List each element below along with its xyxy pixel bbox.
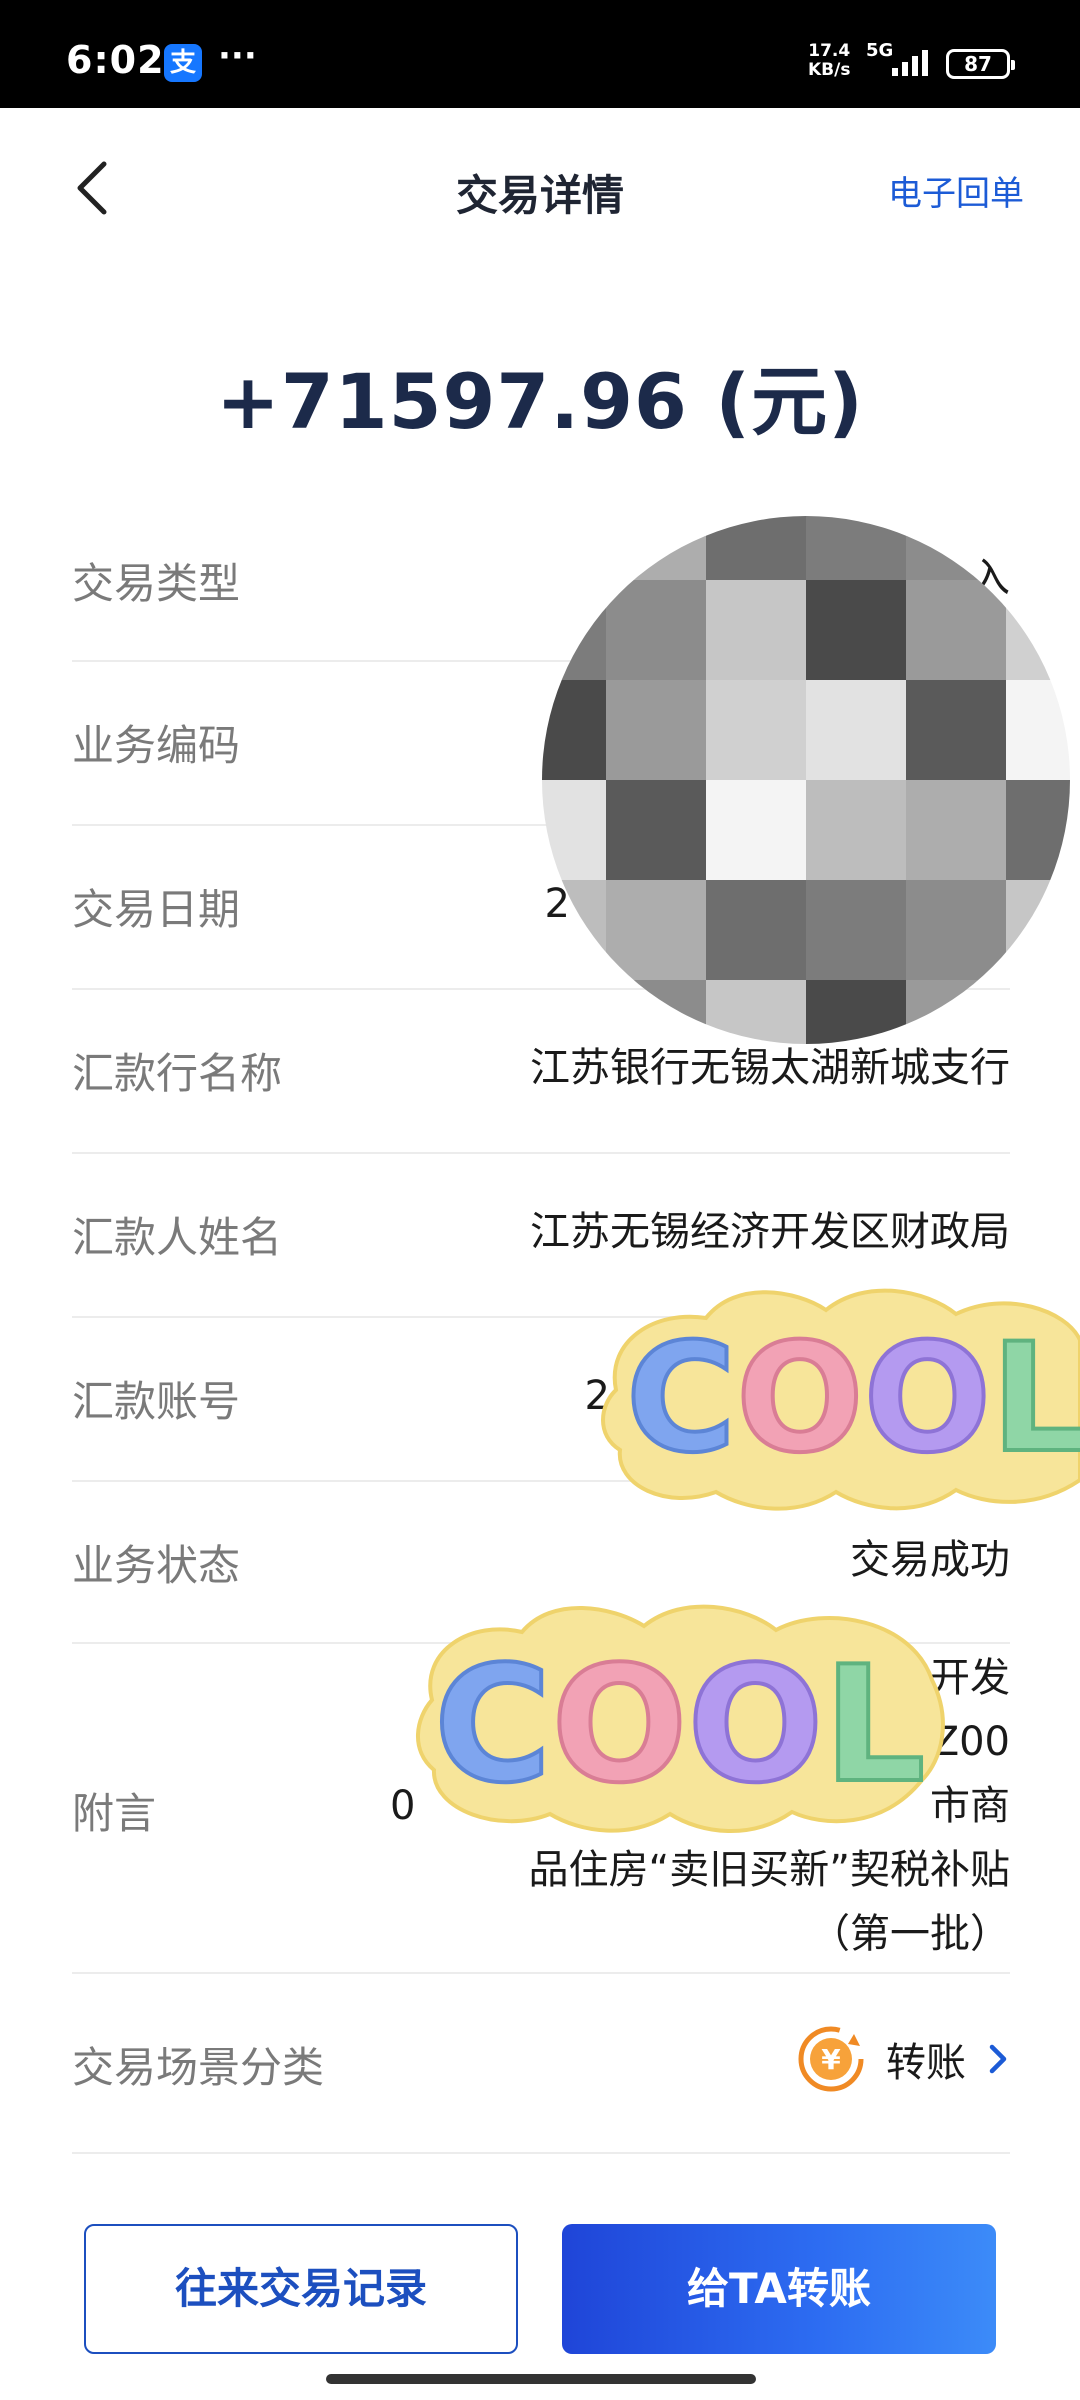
- detail-label: 交易场景分类: [72, 2043, 325, 2092]
- mosaic-tile: [1006, 780, 1070, 880]
- mosaic-tile: [706, 580, 806, 680]
- home-indicator[interactable]: [326, 2374, 756, 2384]
- mosaic-tile: [1006, 880, 1070, 980]
- detail-label: 业务编码: [72, 721, 241, 770]
- mosaic-tile: [906, 880, 1006, 980]
- mosaic-tile: [806, 980, 906, 1044]
- nav-bar: 交易详情 电子回单: [0, 108, 1080, 268]
- mosaic-tile: [806, 516, 906, 580]
- mosaic-tile: [606, 516, 706, 580]
- mosaic-tile: [906, 980, 1006, 1044]
- mosaic-tile: [906, 780, 1006, 880]
- cool-sticker-text: COOL: [626, 1312, 1080, 1486]
- mosaic-tile: [542, 580, 606, 680]
- mosaic-tile: [906, 516, 1006, 580]
- detail-value: 江苏无锡经济开发区财政局: [530, 1209, 1010, 1255]
- cool-sticker: COOL: [601, 1288, 1080, 1511]
- detail-value: 江苏银行无锡太湖新城支行: [530, 1045, 1010, 1091]
- yuan-transfer-icon: ¥: [798, 2026, 864, 2092]
- chevron-right-icon: [989, 2044, 1007, 2074]
- mosaic-tile: [1006, 580, 1070, 680]
- detail-label: 汇款账号: [72, 1377, 241, 1426]
- transaction-history-button[interactable]: 往来交易记录: [84, 2224, 518, 2354]
- mosaic-tile: [1006, 680, 1070, 780]
- mosaic-tile: [606, 580, 706, 680]
- status-time: 6:02: [66, 38, 165, 82]
- network-speed-value: 17.4: [808, 41, 851, 61]
- mosaic-tile: [706, 780, 806, 880]
- scene-transfer-link[interactable]: ¥ 转账: [798, 2024, 1010, 2094]
- mosaic-tile: [806, 680, 906, 780]
- mosaic-tile: [542, 980, 606, 1044]
- cool-sticker: COOL: [416, 1604, 945, 1833]
- e-receipt-link[interactable]: 电子回单: [888, 166, 1024, 215]
- network-speed: 17.4 KB/s: [808, 42, 850, 80]
- mosaic-tile: [906, 680, 1006, 780]
- signal-icon: [884, 46, 930, 76]
- network-speed-unit: KB/s: [808, 60, 851, 80]
- detail-label: 附言: [72, 1789, 157, 1838]
- mosaic-tile: [706, 516, 806, 580]
- privacy-mosaic: [542, 516, 1070, 1044]
- cool-sticker-text: COOL: [434, 1631, 925, 1818]
- mosaic-tile: [706, 680, 806, 780]
- detail-label: 业务状态: [72, 1541, 241, 1590]
- detail-row-scene: 交易场景分类 ¥ 转账: [72, 1974, 1010, 2154]
- detail-label: 交易类型: [72, 559, 241, 608]
- detail-label: 交易日期: [72, 885, 241, 934]
- scene-label: 转账: [886, 2040, 966, 2086]
- battery-icon: 87: [946, 49, 1015, 79]
- mosaic-tile: [1006, 516, 1070, 580]
- mosaic-tile: [542, 516, 606, 580]
- mosaic-tile: [706, 980, 806, 1044]
- mosaic-tile: [606, 680, 706, 780]
- mosaic-tile: [542, 680, 606, 780]
- alipay-notification-icon: 支: [164, 44, 202, 82]
- mosaic-tile: [542, 880, 606, 980]
- status-bar: 6:02 支 ··· 17.4 KB/s 5G 87: [0, 0, 1080, 108]
- mosaic-tile: [906, 580, 1006, 680]
- memo-line: （第一批）: [810, 1911, 1010, 1957]
- mosaic-tile: [806, 780, 906, 880]
- mosaic-tile: [806, 580, 906, 680]
- transaction-amount: +71597.96 (元): [216, 357, 864, 446]
- mosaic-tile: [1006, 980, 1070, 1044]
- mosaic-tile: [706, 880, 806, 980]
- mosaic-tile: [606, 880, 706, 980]
- mosaic-tile: [806, 880, 906, 980]
- transfer-to-them-button[interactable]: 给TA转账: [562, 2224, 996, 2354]
- detail-value: 交易成功: [850, 1537, 1010, 1583]
- more-notifications-icon: ···: [218, 36, 257, 76]
- detail-label: 汇款人姓名: [72, 1213, 283, 1262]
- detail-label: 汇款行名称: [72, 1049, 283, 1098]
- mosaic-tile: [606, 980, 706, 1044]
- bottom-action-bar: 往来交易记录 给TA转账: [0, 2200, 1080, 2400]
- svg-text:¥: ¥: [821, 2043, 841, 2076]
- mosaic-tile: [606, 780, 706, 880]
- mosaic-tile: [542, 780, 606, 880]
